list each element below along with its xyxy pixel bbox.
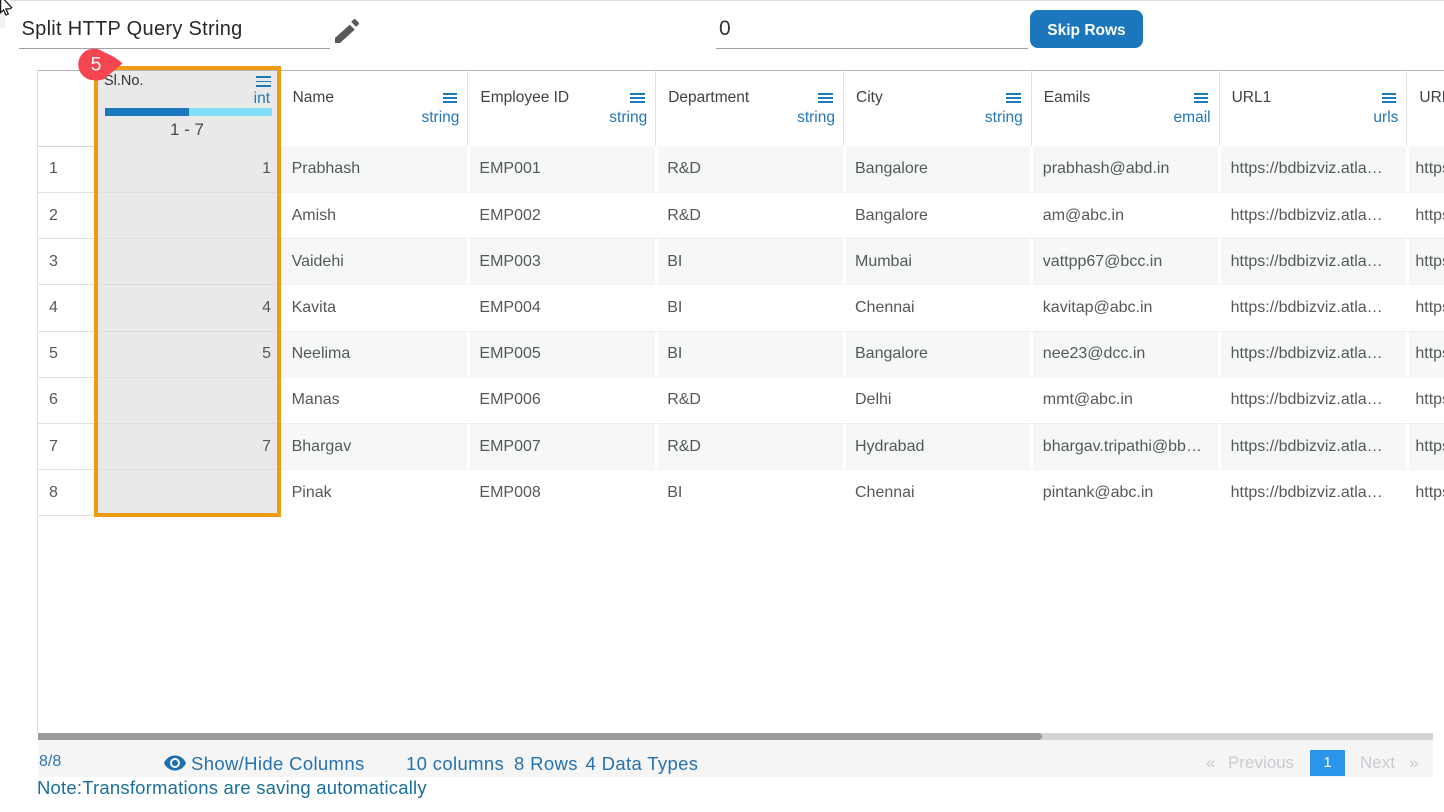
svg-text:5: 5 xyxy=(91,53,102,75)
